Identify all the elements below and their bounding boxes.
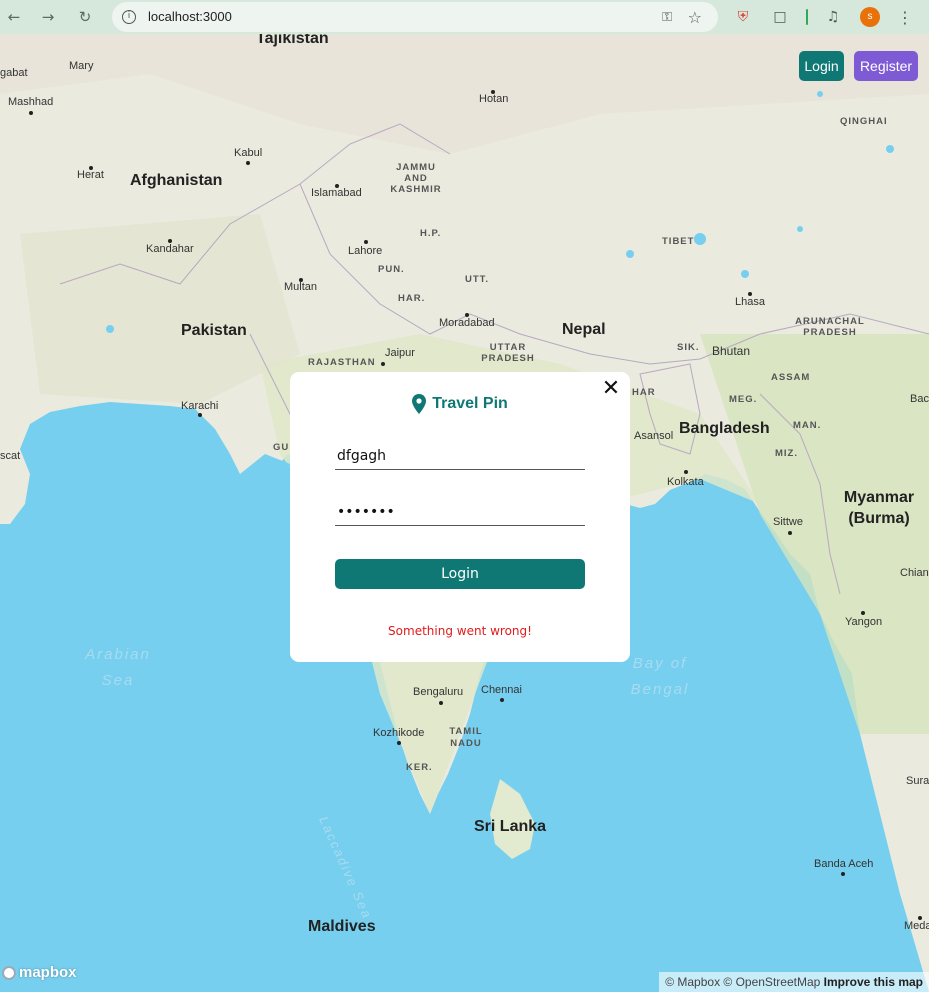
map-label-city: Chennai xyxy=(481,684,522,696)
arrow-left-icon[interactable]: ← xyxy=(3,6,25,28)
arrow-right-icon[interactable]: → xyxy=(37,6,59,28)
key-icon[interactable]: ⚿ xyxy=(662,10,672,25)
map-label-region: ARUNACHAL PRADESH xyxy=(795,316,865,338)
puzzle-icon[interactable]: □ xyxy=(770,7,790,27)
avatar[interactable]: s xyxy=(860,7,880,27)
map-label-region: JAMMU AND KASHMIR xyxy=(390,162,442,195)
map-label-city: Lahore xyxy=(348,245,383,257)
map-label-region: ASSAM xyxy=(771,372,811,383)
error-message: Something went wrong! xyxy=(388,624,532,638)
mapbox-logo[interactable]: mapbox xyxy=(2,964,77,981)
login-button[interactable]: Login xyxy=(799,51,844,81)
map-label-region: SIK. xyxy=(677,342,700,353)
map-label-country: Bangladesh xyxy=(679,420,770,437)
map-label-region: HAR xyxy=(632,387,656,398)
mapbox-logo-icon xyxy=(2,965,16,980)
map-label-sea: Arabian Sea xyxy=(85,646,151,689)
map-label-region: MIZ. xyxy=(775,448,798,459)
map-label-country: Afghanistan xyxy=(130,172,223,189)
map-label-city: Asansol xyxy=(634,430,674,442)
map-label-city: Karachi xyxy=(181,400,219,412)
map-label-region: UTT. xyxy=(465,274,490,285)
close-icon[interactable]: ✕ xyxy=(600,378,622,400)
map-label-city: Chian xyxy=(900,567,929,579)
address-bar[interactable]: i localhost:3000 ⚿ ☆ xyxy=(112,2,718,32)
map-label-city: Kolkata xyxy=(667,476,704,488)
modal-title-text: Travel Pin xyxy=(432,395,508,412)
browser-toolbar: ← → ↻ i localhost:3000 ⚿ ☆ ⛨ □ ♫ s ⋮ xyxy=(0,0,929,34)
map-label-country: Bhutan xyxy=(712,344,751,358)
map-label-region: HAR. xyxy=(398,293,426,304)
url-text[interactable]: localhost:3000 xyxy=(148,9,232,24)
map-label-city: Yangon xyxy=(845,616,883,628)
map-label-country: Tajikistan xyxy=(256,34,329,47)
map-label-city: Hotan xyxy=(479,93,509,105)
map-label-city: Sura xyxy=(906,775,929,787)
map-label-city: Bengaluru xyxy=(413,686,464,698)
map-label-region: KER. xyxy=(406,762,433,773)
map-label-city: Moradabad xyxy=(439,317,495,329)
map-label-region: MEG. xyxy=(729,394,758,405)
map-label-city: Kandahar xyxy=(146,243,194,255)
map-label-region: QINGHAI xyxy=(840,116,888,127)
mapbox-logo-text: mapbox xyxy=(19,964,77,981)
map-label-city: gabat xyxy=(0,67,28,79)
map-label-region: MAN. xyxy=(793,420,822,431)
map-label-region: RAJASTHAN xyxy=(308,357,376,368)
map-label-city: Multan xyxy=(284,281,318,293)
map-label-region: H.P. xyxy=(420,228,442,239)
modal-title: Travel Pin xyxy=(290,394,630,414)
map-label-city: Kozhikode xyxy=(373,727,425,739)
login-modal: Travel Pin ✕ Login Something went wrong! xyxy=(290,372,630,662)
map-label-city: Mashhad xyxy=(8,96,54,108)
map-label-region: TAMIL NADU xyxy=(449,726,483,749)
map-label-region: TIBET xyxy=(662,236,695,247)
map-label-country: Sri Lanka xyxy=(474,818,547,835)
map-label-country: Maldives xyxy=(308,918,376,935)
map-label-city: Bac xyxy=(910,393,929,405)
map-label-region: UTTAR PRADESH xyxy=(481,342,535,364)
map-attribution: © Mapbox © OpenStreetMap Improve this ma… xyxy=(659,972,929,992)
map-label-city: Jaipur xyxy=(385,347,415,359)
kebab-menu-icon[interactable]: ⋮ xyxy=(895,7,915,27)
map-label-region: GU xyxy=(273,442,290,453)
improve-map-link[interactable]: Improve this map xyxy=(824,975,923,989)
map-label-city: scat xyxy=(0,450,21,462)
toolbar-divider xyxy=(806,9,808,25)
media-icon[interactable]: ♫ xyxy=(823,7,843,27)
map-label-city: Herat xyxy=(77,169,104,181)
map-label-city: Islamabad xyxy=(311,187,362,199)
star-icon[interactable]: ☆ xyxy=(688,8,702,27)
register-button[interactable]: Register xyxy=(854,51,918,81)
map-label-city: Mary xyxy=(69,60,94,72)
map-label-sea: Bay of Bengal xyxy=(630,655,690,698)
map-label-country: Pakistan xyxy=(181,322,247,339)
map-label-region: PUN. xyxy=(378,264,405,275)
map-label-city: Sittwe xyxy=(773,516,803,528)
submit-login-button[interactable]: Login xyxy=(335,559,585,589)
map-label-city: Banda Aceh xyxy=(814,858,874,870)
map-pin-icon xyxy=(412,394,427,414)
map-label-country: Nepal xyxy=(562,321,606,338)
password-input[interactable] xyxy=(335,498,585,526)
reload-icon[interactable]: ↻ xyxy=(74,6,96,28)
attribution-text[interactable]: © Mapbox © OpenStreetMap xyxy=(665,975,820,989)
info-icon[interactable]: i xyxy=(122,10,136,24)
map-label-country: Myanmar (Burma) xyxy=(843,489,915,527)
map-label-city: Kabul xyxy=(234,147,263,159)
map-label-city: Meda xyxy=(904,920,929,932)
map-label-city: Lhasa xyxy=(735,296,765,308)
username-input[interactable] xyxy=(335,442,585,470)
shield-icon[interactable]: ⛨ xyxy=(733,7,753,27)
